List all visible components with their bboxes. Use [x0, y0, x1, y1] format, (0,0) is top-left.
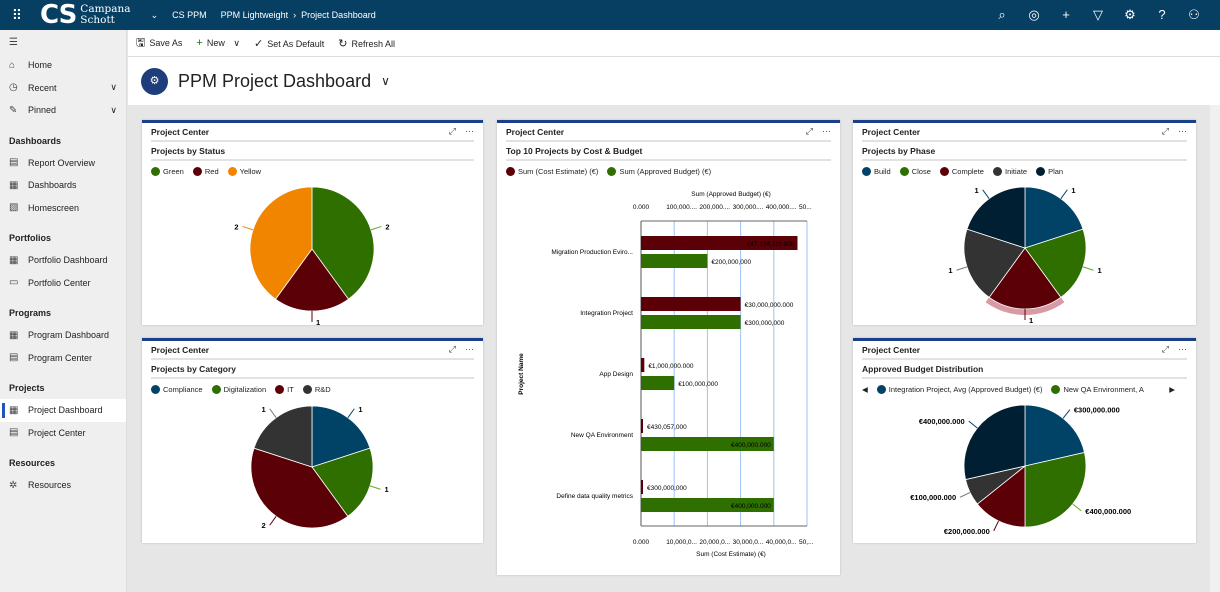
pie-leader-line: [269, 408, 277, 418]
pie-leader-line: [242, 225, 254, 231]
pie-leader-line: [982, 189, 990, 199]
bar-data-label: €200,000,000: [711, 259, 751, 266]
pie-data-label: €300,000.000: [1074, 406, 1120, 415]
bar[interactable]: [641, 419, 643, 433]
pie-slice[interactable]: [963, 404, 1026, 481]
pie-leader-line: [370, 225, 382, 231]
bar[interactable]: [641, 315, 741, 329]
top-axis-tick: 0.000: [633, 204, 650, 211]
pie-leader-line: [956, 266, 968, 271]
pie-leader-line: [369, 485, 381, 490]
pie-data-label: 1: [1029, 316, 1033, 325]
bar-data-label: €300,000,000: [745, 320, 785, 327]
bottom-axis-tick: 30,000,0...: [733, 539, 764, 546]
pie-data-label: 1: [1071, 186, 1075, 195]
pie-data-label: 2: [262, 521, 266, 530]
bar[interactable]: [641, 376, 675, 390]
pie-leader-line: [1060, 189, 1068, 199]
pie-data-label: 1: [358, 405, 362, 414]
pie-leader-line: [959, 492, 971, 498]
pie-data-label: 1: [316, 318, 320, 327]
bar-data-label: €400,000.000: [731, 503, 771, 510]
pie-data-label: 2: [234, 222, 238, 231]
bottom-axis-title: Sum (Cost Estimate) (€): [696, 551, 766, 558]
pie-data-label: 1: [948, 266, 952, 275]
bar-data-label: €300,000,000: [647, 485, 687, 492]
bottom-axis-tick: 0.000: [633, 539, 650, 546]
top-axis-title: Sum (Approved Budget) (€): [691, 191, 770, 198]
y-axis-title: Project Name: [518, 353, 525, 395]
pie-data-label: €400,000.000: [919, 417, 965, 426]
pie-leader-line: [1072, 503, 1082, 512]
top-axis-tick: 200,000....: [699, 204, 730, 211]
bar-data-label: €100,000,000: [678, 381, 718, 388]
top-axis-tick: 300,000....: [733, 204, 764, 211]
bar-data-label: €400,000.000: [731, 442, 771, 449]
bar[interactable]: [641, 297, 741, 311]
pie-data-label: €100,000.000: [910, 493, 956, 502]
charts-layer: 2 1 2 1 1 2 1 1 1 1 1 1 €300,000.000 €400,000.000 €200…: [234, 186, 1131, 558]
category-label: Integration Project: [580, 310, 633, 317]
bar[interactable]: [641, 254, 708, 268]
bottom-axis-tick: 50,...: [799, 539, 814, 546]
pie-data-label: 1: [384, 485, 388, 494]
top-axis-tick: 50...: [799, 204, 812, 211]
pie-data-label: 2: [385, 222, 389, 231]
bar-data-label: €430,057,000: [647, 424, 687, 431]
pie-data-label: 1: [1097, 266, 1101, 275]
pie-data-label: 1: [975, 186, 979, 195]
category-label: App Design: [599, 371, 633, 378]
bottom-axis-tick: 10,000,0...: [666, 539, 697, 546]
pie-data-label: €200,000.000: [944, 527, 990, 536]
bar[interactable]: [641, 358, 645, 372]
pie-leader-line: [347, 408, 355, 418]
pie-leader-line: [1082, 266, 1094, 271]
bar-data-label: €30,000,000.000: [745, 302, 794, 309]
pie-data-label: €400,000.000: [1085, 507, 1131, 516]
top-axis-tick: 400,000....: [766, 204, 797, 211]
pie-leader-line: [1062, 409, 1071, 419]
top-axis-tick: 100,000....: [666, 204, 697, 211]
category-label: New QA Environment: [571, 432, 633, 439]
bottom-axis-tick: 40,000,0...: [766, 539, 797, 546]
category-label: Migration Production Eviro...: [551, 249, 633, 256]
bar-data-label: €47,134,111.000: [747, 241, 795, 248]
pie-leader-line: [269, 516, 277, 526]
pie-slice[interactable]: [1024, 451, 1087, 528]
pie-data-label: 1: [262, 405, 266, 414]
pie-leader-line: [968, 420, 978, 429]
pie-leader-line: [993, 520, 999, 532]
bar-data-label: €1,000,000.000: [648, 363, 694, 370]
bottom-axis-tick: 20,000,0...: [699, 539, 730, 546]
bar[interactable]: [641, 480, 643, 494]
category-label: Define data quality metrics: [556, 493, 633, 500]
